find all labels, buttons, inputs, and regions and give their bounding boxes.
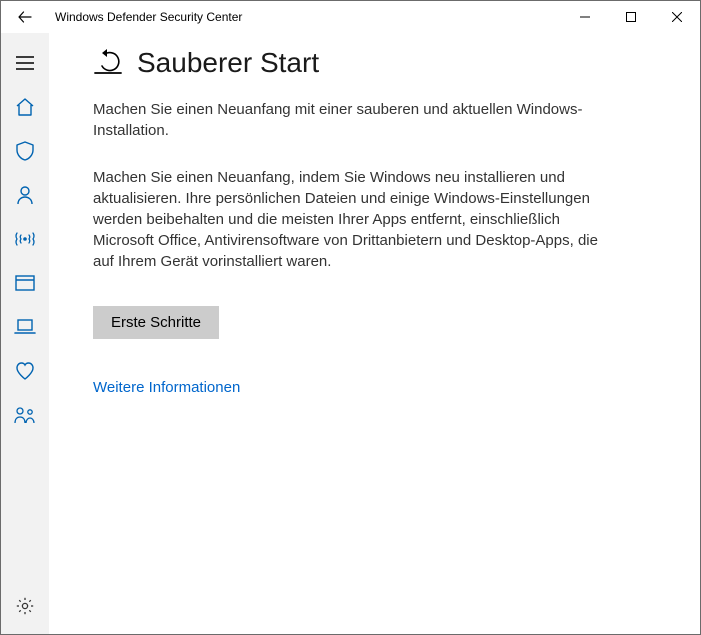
nav-rail [1,33,49,634]
nav-home[interactable] [1,85,49,129]
learn-more-link[interactable]: Weitere Informationen [93,379,240,396]
person-icon [16,185,34,205]
heart-icon [15,362,35,380]
shield-icon [16,141,34,161]
nav-device-health[interactable] [1,349,49,393]
get-started-button[interactable]: Erste Schritte [93,306,219,339]
close-button[interactable] [654,1,700,33]
minimize-icon [580,12,590,22]
window-title: Windows Defender Security Center [55,10,242,24]
family-icon [14,406,36,424]
menu-button[interactable] [1,41,49,85]
lead-text: Machen Sie einen Neuanfang mit einer sau… [93,99,613,141]
nav-account-protection[interactable] [1,173,49,217]
app-window-icon [15,275,35,291]
nav-family-options[interactable] [1,393,49,437]
nav-app-browser[interactable] [1,261,49,305]
maximize-button[interactable] [608,1,654,33]
window-controls [562,1,700,33]
nav-device-performance[interactable] [1,305,49,349]
nav-virus-protection[interactable] [1,129,49,173]
maximize-icon [626,12,636,22]
fresh-start-icon [93,49,123,77]
close-icon [672,12,682,22]
arrow-left-icon [17,9,33,25]
minimize-button[interactable] [562,1,608,33]
page-heading-row: Sauberer Start [93,47,656,79]
laptop-icon [14,319,36,335]
page-content: Sauberer Start Machen Sie einen Neuanfan… [49,33,700,634]
gear-icon [16,597,34,615]
hamburger-icon [16,56,34,70]
back-button[interactable] [1,1,49,33]
titlebar: Windows Defender Security Center [1,1,700,33]
body-text: Machen Sie einen Neuanfang, indem Sie Wi… [93,167,613,272]
home-icon [15,97,35,117]
page-title: Sauberer Start [137,47,319,79]
nav-settings[interactable] [1,584,49,628]
network-icon [14,231,36,247]
nav-firewall[interactable] [1,217,49,261]
